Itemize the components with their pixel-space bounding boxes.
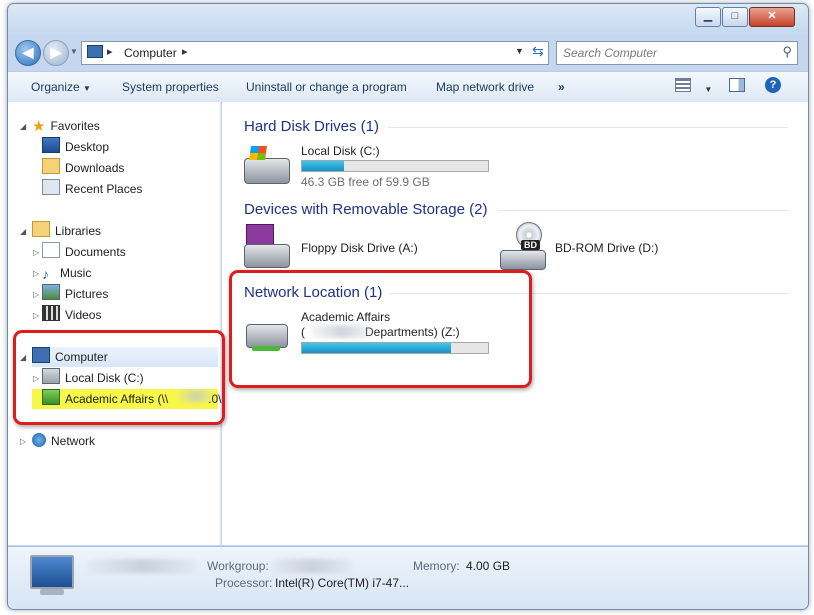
organize-button[interactable]: Organize ▼ (31, 80, 91, 94)
recent-pages-chevron-icon[interactable]: ▼ (70, 47, 78, 56)
processor-label: Processor: (215, 576, 273, 590)
details-pane: Workgroup: Memory: 4.00 GB Processor: In… (8, 546, 808, 609)
network-expand-icon[interactable]: ▷ (20, 437, 26, 446)
nav-pictures[interactable]: Pictures (42, 284, 108, 304)
breadcrumb-separator[interactable]: ▸ (107, 45, 113, 58)
minimize-button[interactable]: ▁ (695, 7, 721, 27)
floppy-drive-icon (244, 244, 290, 268)
organize-chevron-icon: ▼ (83, 84, 91, 93)
annotation-highlight-network-location (229, 270, 532, 388)
videos-expand-icon[interactable]: ▷ (33, 311, 39, 320)
preview-pane-icon[interactable] (729, 78, 745, 95)
network-globe-icon (32, 433, 46, 447)
windows-drive-icon (244, 158, 290, 184)
computer-icon (30, 555, 74, 589)
address-bar[interactable]: ▸ Computer ▸ ▼ ⇆ (81, 41, 549, 65)
nav-libraries[interactable]: Libraries (32, 221, 101, 241)
desktop-icon (42, 137, 60, 153)
memory-value: 4.00 GB (466, 559, 511, 573)
group-divider (498, 210, 788, 211)
nav-downloads[interactable]: Downloads (42, 158, 124, 178)
local-disk-free-space: 46.3 GB free of 59.9 GB (301, 175, 430, 189)
windows-logo-icon (249, 146, 267, 160)
nav-videos[interactable]: Videos (42, 305, 101, 325)
local-disk-usage-fill (302, 161, 345, 171)
address-dropdown-icon[interactable]: ▼ (515, 46, 524, 56)
nav-libraries-label: Libraries (55, 224, 102, 238)
search-input[interactable] (561, 44, 765, 62)
command-bar: Organize ▼ System properties Uninstall o… (8, 71, 808, 103)
close-button[interactable]: ✕ (749, 7, 795, 27)
forward-button[interactable]: ▶ (43, 40, 69, 66)
pictures-icon (42, 284, 60, 300)
uninstall-program-button[interactable]: Uninstall or change a program (246, 80, 407, 94)
libraries-icon (32, 221, 50, 237)
change-view-icon[interactable]: ▼ (675, 78, 712, 95)
title-bar[interactable]: ▁ □ ✕ (8, 4, 808, 34)
local-disk-name: Local Disk (C:) (301, 144, 380, 158)
music-note-icon: ♪ (42, 266, 49, 282)
nav-favorites[interactable]: ★ Favorites (32, 116, 100, 136)
navigation-pane: ◢ ★ Favorites Desktop Downloads Recent Pl… (8, 102, 222, 545)
local-disk-usage-bar (301, 160, 489, 172)
nav-music[interactable]: ♪ Music (42, 263, 91, 283)
bd-badge: BD (521, 240, 540, 250)
group-header-hard-disk[interactable]: Hard Disk Drives (1) (244, 118, 379, 135)
memory-label: Memory: (413, 559, 460, 573)
workgroup-label: Workgroup: (207, 559, 269, 573)
computer-stand-icon (40, 589, 64, 595)
film-icon (42, 305, 60, 321)
nav-recent-places-label: Recent Places (65, 182, 143, 196)
refresh-icon[interactable]: ⇆ (532, 43, 544, 60)
search-icon[interactable]: ⚲ (782, 44, 792, 60)
help-icon[interactable]: ? (765, 77, 781, 93)
local-disk-tile[interactable]: Local Disk (C:) 46.3 GB free of 59.9 GB (244, 142, 494, 190)
nav-documents-label: Documents (65, 245, 126, 259)
documents-expand-icon[interactable]: ▷ (33, 248, 39, 257)
annotation-highlight-computer (13, 330, 225, 425)
floppy-drive-name: Floppy Disk Drive (A:) (301, 241, 418, 255)
map-network-drive-button[interactable]: Map network drive (436, 80, 534, 94)
search-box[interactable]: ⚲ (556, 41, 798, 65)
breadcrumb-separator-2[interactable]: ▸ (182, 45, 188, 58)
documents-icon (42, 242, 60, 258)
favorites-expand-icon[interactable]: ◢ (20, 122, 26, 131)
breadcrumb-computer[interactable]: Computer (124, 46, 177, 60)
back-button[interactable]: ◀ (15, 40, 41, 66)
group-divider (388, 127, 788, 128)
nav-pictures-label: Pictures (65, 287, 109, 301)
address-row: ◀ ▶ ▼ ▸ Computer ▸ ▼ ⇆ ⚲ (8, 38, 808, 68)
recent-places-icon (42, 179, 60, 195)
redaction-blur (88, 559, 198, 573)
pictures-expand-icon[interactable]: ▷ (33, 290, 39, 299)
nav-documents[interactable]: Documents (42, 242, 126, 262)
group-header-removable[interactable]: Devices with Removable Storage (2) (244, 201, 487, 218)
nav-videos-label: Videos (65, 308, 102, 322)
bdrom-drive-icon (500, 250, 546, 270)
nav-network-label: Network (51, 434, 96, 448)
processor-value: Intel(R) Core(TM) i7-47... (275, 576, 410, 590)
more-commands-button[interactable]: » (558, 80, 565, 94)
star-icon: ★ (32, 118, 46, 135)
nav-favorites-label: Favorites (50, 119, 100, 133)
music-expand-icon[interactable]: ▷ (33, 269, 39, 278)
nav-desktop[interactable]: Desktop (42, 137, 109, 157)
bdrom-drive-tile[interactable]: BD BD-ROM Drive (D:) (500, 222, 730, 272)
redaction-blur (272, 559, 352, 573)
nav-recent-places[interactable]: Recent Places (42, 179, 142, 199)
nav-music-label: Music (60, 266, 92, 280)
floppy-drive-tile[interactable]: Floppy Disk Drive (A:) (244, 224, 474, 272)
nav-desktop-label: Desktop (65, 140, 110, 154)
organize-label: Organize (31, 80, 80, 94)
nav-downloads-label: Downloads (65, 161, 125, 175)
computer-icon (87, 45, 103, 58)
downloads-folder-icon (42, 158, 60, 174)
maximize-button[interactable]: □ (722, 7, 748, 27)
system-properties-button[interactable]: System properties (122, 80, 219, 94)
nav-network[interactable]: Network (32, 431, 95, 451)
bdrom-drive-name: BD-ROM Drive (D:) (555, 241, 659, 255)
libraries-expand-icon[interactable]: ◢ (20, 227, 26, 236)
